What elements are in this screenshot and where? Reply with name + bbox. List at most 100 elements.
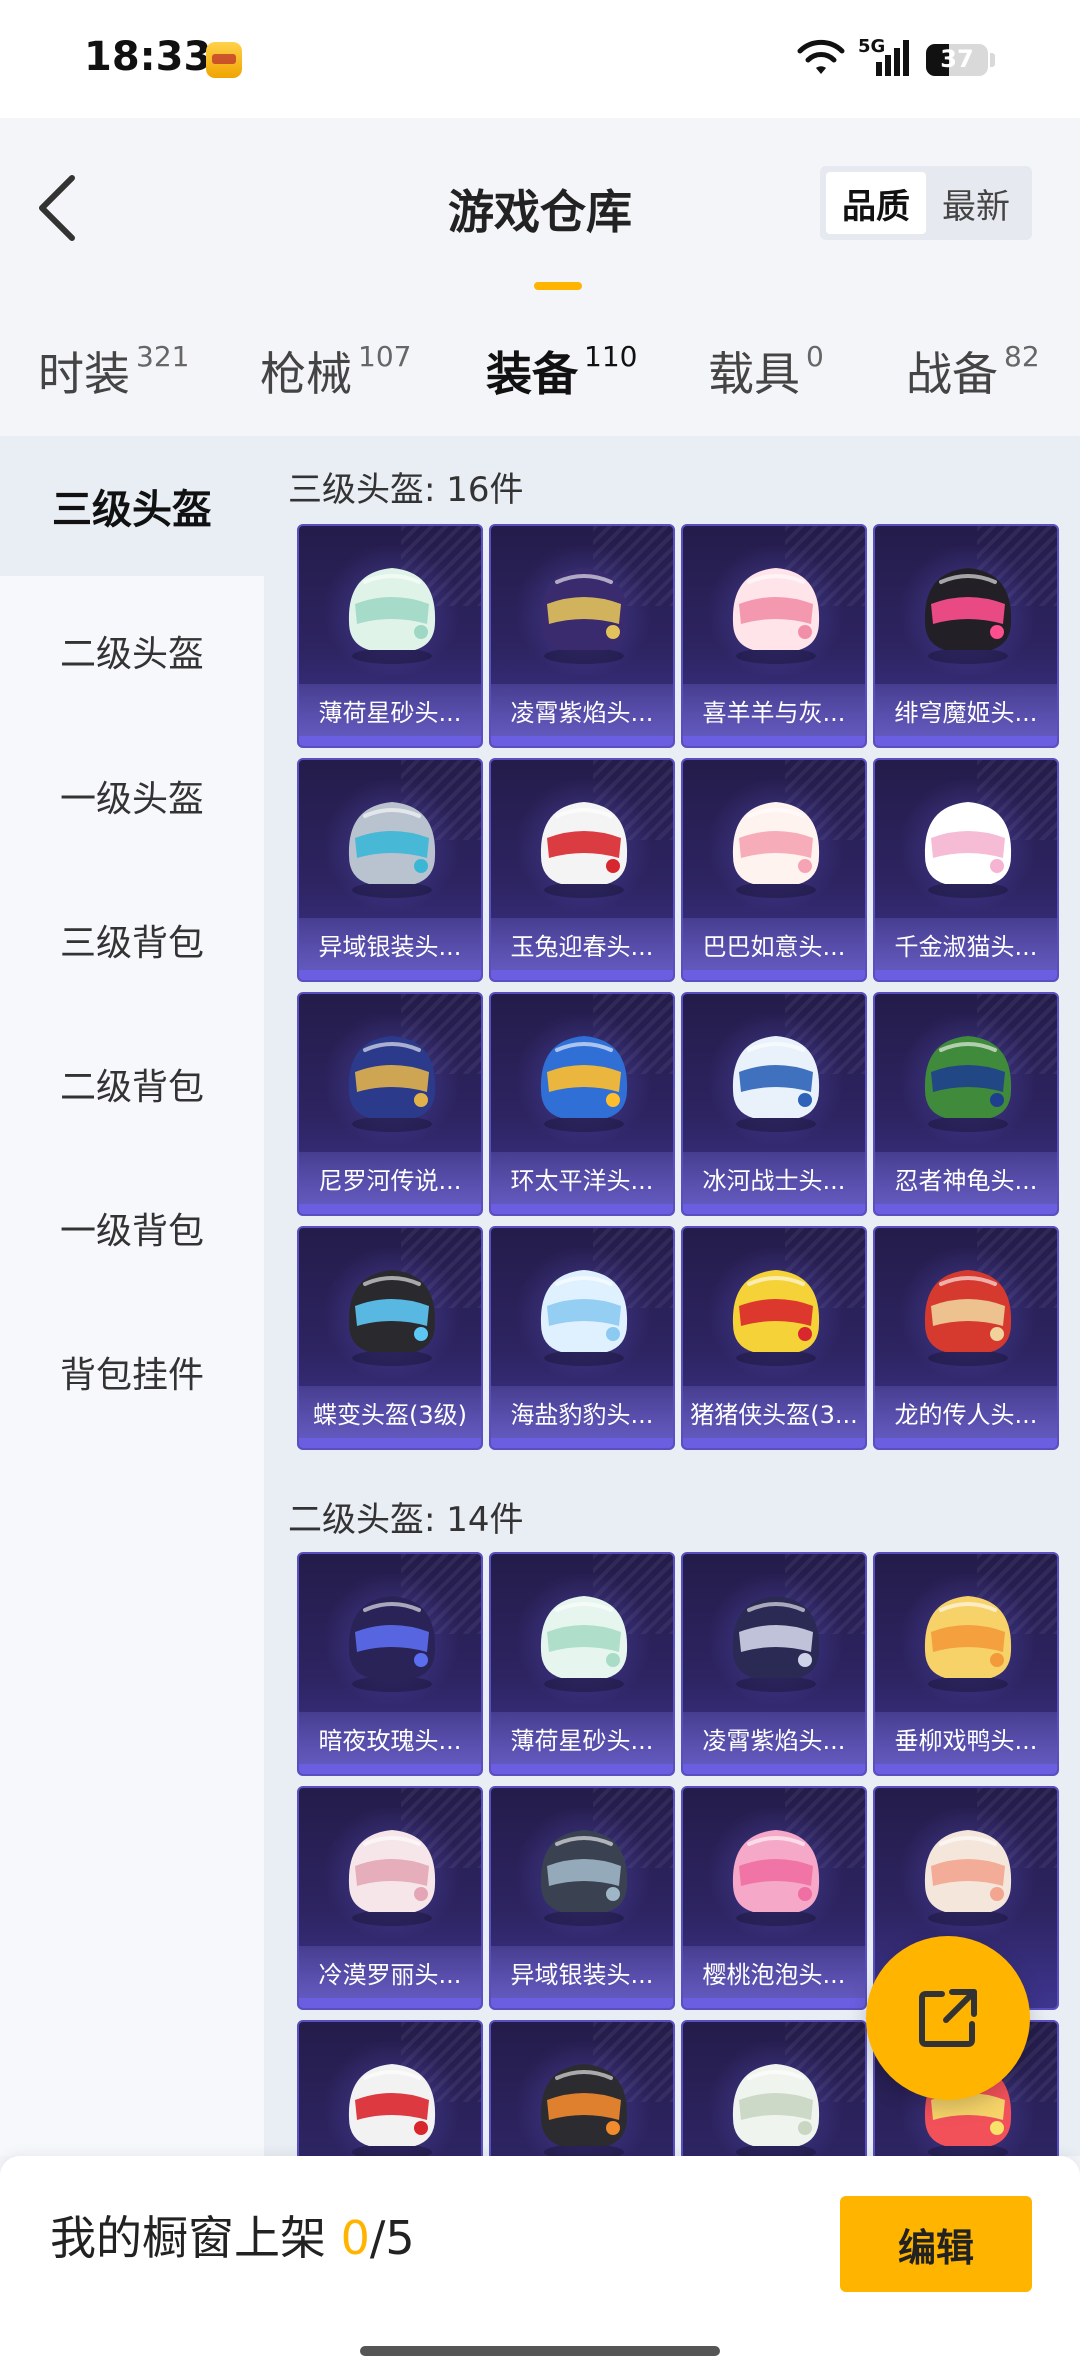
item-name: 尼罗河传说... — [299, 1152, 481, 1204]
item-card[interactable]: 喜羊羊与灰... — [681, 524, 867, 748]
item-card[interactable]: 蝶变头盔(3级) — [297, 1226, 483, 1450]
sidebar-item-level2-helmet[interactable]: 二级头盔 — [0, 581, 264, 721]
item-card[interactable]: 猪猪侠头盔(3... — [681, 1226, 867, 1450]
helmet-icon — [540, 1270, 628, 1366]
sidebar-item-backpack-charm[interactable]: 背包挂件 — [0, 1302, 264, 1442]
item-card[interactable]: 凌霄紫焰头... — [681, 1552, 867, 1776]
sidebar-item-level1-helmet[interactable]: 一级头盔 — [0, 726, 264, 866]
item-card[interactable] — [489, 2020, 675, 2156]
item-card[interactable]: 绯穹魔姬头... — [873, 524, 1059, 748]
item-card[interactable]: 海盐豹豹头... — [489, 1226, 675, 1450]
item-card[interactable] — [681, 2020, 867, 2156]
helmet-icon — [924, 1036, 1012, 1132]
sort-toggle: 品质 最新 — [820, 166, 1032, 240]
item-name: 千金淑猫头... — [875, 918, 1057, 970]
helmet-icon — [924, 1270, 1012, 1366]
sidebar-item-level1-backpack[interactable]: 一级背包 — [0, 1158, 264, 1298]
item-name: 凌霄紫焰头... — [491, 684, 673, 736]
helmet-icon — [924, 568, 1012, 664]
item-name: 龙的传人头... — [875, 1386, 1057, 1438]
item-card[interactable]: 异域银装头... — [489, 1786, 675, 2010]
item-name: 环太平洋头... — [491, 1152, 673, 1204]
sidebar-item-level3-helmet[interactable]: 三级头盔 — [0, 436, 264, 576]
item-card[interactable]: 千金淑猫头... — [873, 758, 1059, 982]
tab-fashion[interactable]: 时装 321 — [38, 338, 189, 404]
helmet-icon — [732, 2064, 820, 2156]
item-card[interactable]: 异域银装头... — [297, 758, 483, 982]
showcase-current-count: 0 — [340, 2211, 370, 2265]
item-name: 巴巴如意头... — [683, 918, 865, 970]
sidebar-item-level2-backpack[interactable]: 二级背包 — [0, 1014, 264, 1154]
helmet-icon — [924, 1596, 1012, 1692]
helmet-icon — [540, 1036, 628, 1132]
section-title-level3: 三级头盔: 16件 — [288, 470, 524, 510]
tab-supplies[interactable]: 战备 82 — [906, 338, 1040, 404]
item-name: 暗夜玫瑰头... — [299, 1712, 481, 1764]
item-card[interactable]: 薄荷星砂头... — [297, 524, 483, 748]
item-card[interactable]: 巴巴如意头... — [681, 758, 867, 982]
sort-option-quality[interactable]: 品质 — [826, 172, 926, 234]
item-name: 绯穹魔姬头... — [875, 684, 1057, 736]
item-name: 忍者神龟头... — [875, 1152, 1057, 1204]
sidebar-item-level3-backpack[interactable]: 三级背包 — [0, 870, 264, 1010]
helmet-icon — [540, 1596, 628, 1692]
item-card[interactable]: 薄荷星砂头... — [489, 1552, 675, 1776]
app-notification-icon — [206, 42, 242, 78]
item-card[interactable]: 尼罗河传说... — [297, 992, 483, 1216]
helmet-icon — [348, 1036, 436, 1132]
helmet-icon — [348, 1270, 436, 1366]
helmet-icon — [348, 802, 436, 898]
sort-option-newest[interactable]: 最新 — [926, 172, 1026, 234]
item-name: 海盐豹豹头... — [491, 1386, 673, 1438]
item-name: 凌霄紫焰头... — [683, 1712, 865, 1764]
item-grid-area[interactable]: 三级头盔: 16件 薄荷星砂头... 凌霄紫焰头... 喜羊羊与灰... 绯穹魔姬头.… — [264, 436, 1080, 2156]
home-indicator[interactable] — [360, 2346, 720, 2356]
helmet-icon — [348, 568, 436, 664]
item-name: 冷漠罗丽头... — [299, 1946, 481, 1998]
item-name: 薄荷星砂头... — [299, 684, 481, 736]
header: 游戏仓库 品质 最新 时装 321 枪械 107 装备 110 载具 0 战备 82 — [0, 118, 1080, 436]
item-card[interactable]: 暗夜玫瑰头... — [297, 1552, 483, 1776]
item-card[interactable]: 玉兔迎春头... — [489, 758, 675, 982]
signal-icon — [876, 40, 909, 76]
helmet-icon — [924, 1830, 1012, 1926]
item-card[interactable]: 樱桃泡泡头... — [681, 1786, 867, 2010]
sidebar: 三级头盔 二级头盔 一级头盔 三级背包 二级背包 一级背包 背包挂件 — [0, 436, 264, 2156]
item-name: 喜羊羊与灰... — [683, 684, 865, 736]
item-card[interactable]: 环太平洋头... — [489, 992, 675, 1216]
item-card[interactable]: 龙的传人头... — [873, 1226, 1059, 1450]
item-name: 蝶变头盔(3级) — [299, 1386, 481, 1438]
item-name: 垂柳戏鸭头... — [875, 1712, 1057, 1764]
status-time: 18:33 — [84, 34, 212, 80]
share-button[interactable] — [866, 1936, 1030, 2100]
wifi-icon — [797, 39, 845, 74]
item-card[interactable]: 冷漠罗丽头... — [297, 1786, 483, 2010]
tab-vehicles[interactable]: 载具 0 — [708, 338, 824, 404]
item-name: 玉兔迎春头... — [491, 918, 673, 970]
bottom-bar: 我的橱窗上架 0/5 编辑 — [0, 2156, 1080, 2374]
item-name: 异域银装头... — [491, 1946, 673, 1998]
item-card[interactable]: 垂柳戏鸭头... — [873, 1552, 1059, 1776]
tab-equipment[interactable]: 装备 110 — [486, 338, 637, 404]
helmet-icon — [732, 1270, 820, 1366]
helmet-icon — [732, 802, 820, 898]
helmet-icon — [348, 1596, 436, 1692]
active-tab-indicator — [534, 282, 582, 290]
tab-guns[interactable]: 枪械 107 — [260, 338, 411, 404]
item-card[interactable] — [297, 2020, 483, 2156]
category-tabs: 时装 321 枪械 107 装备 110 载具 0 战备 82 — [0, 318, 1080, 436]
item-card[interactable]: 凌霄紫焰头... — [489, 524, 675, 748]
helmet-icon — [348, 2064, 436, 2156]
edit-button[interactable]: 编辑 — [840, 2196, 1032, 2292]
item-card[interactable]: 忍者神龟头... — [873, 992, 1059, 1216]
helmet-icon — [732, 1036, 820, 1132]
item-name: 异域银装头... — [299, 918, 481, 970]
showcase-status: 我的橱窗上架 0/5 — [50, 2211, 415, 2265]
helmet-icon — [732, 1596, 820, 1692]
item-card[interactable]: 冰河战士头... — [681, 992, 867, 1216]
section-title-level2: 二级头盔: 14件 — [288, 1500, 524, 1540]
helmet-icon — [540, 568, 628, 664]
item-name: 猪猪侠头盔(3... — [683, 1386, 865, 1438]
item-name: 冰河战士头... — [683, 1152, 865, 1204]
helmet-icon — [924, 802, 1012, 898]
